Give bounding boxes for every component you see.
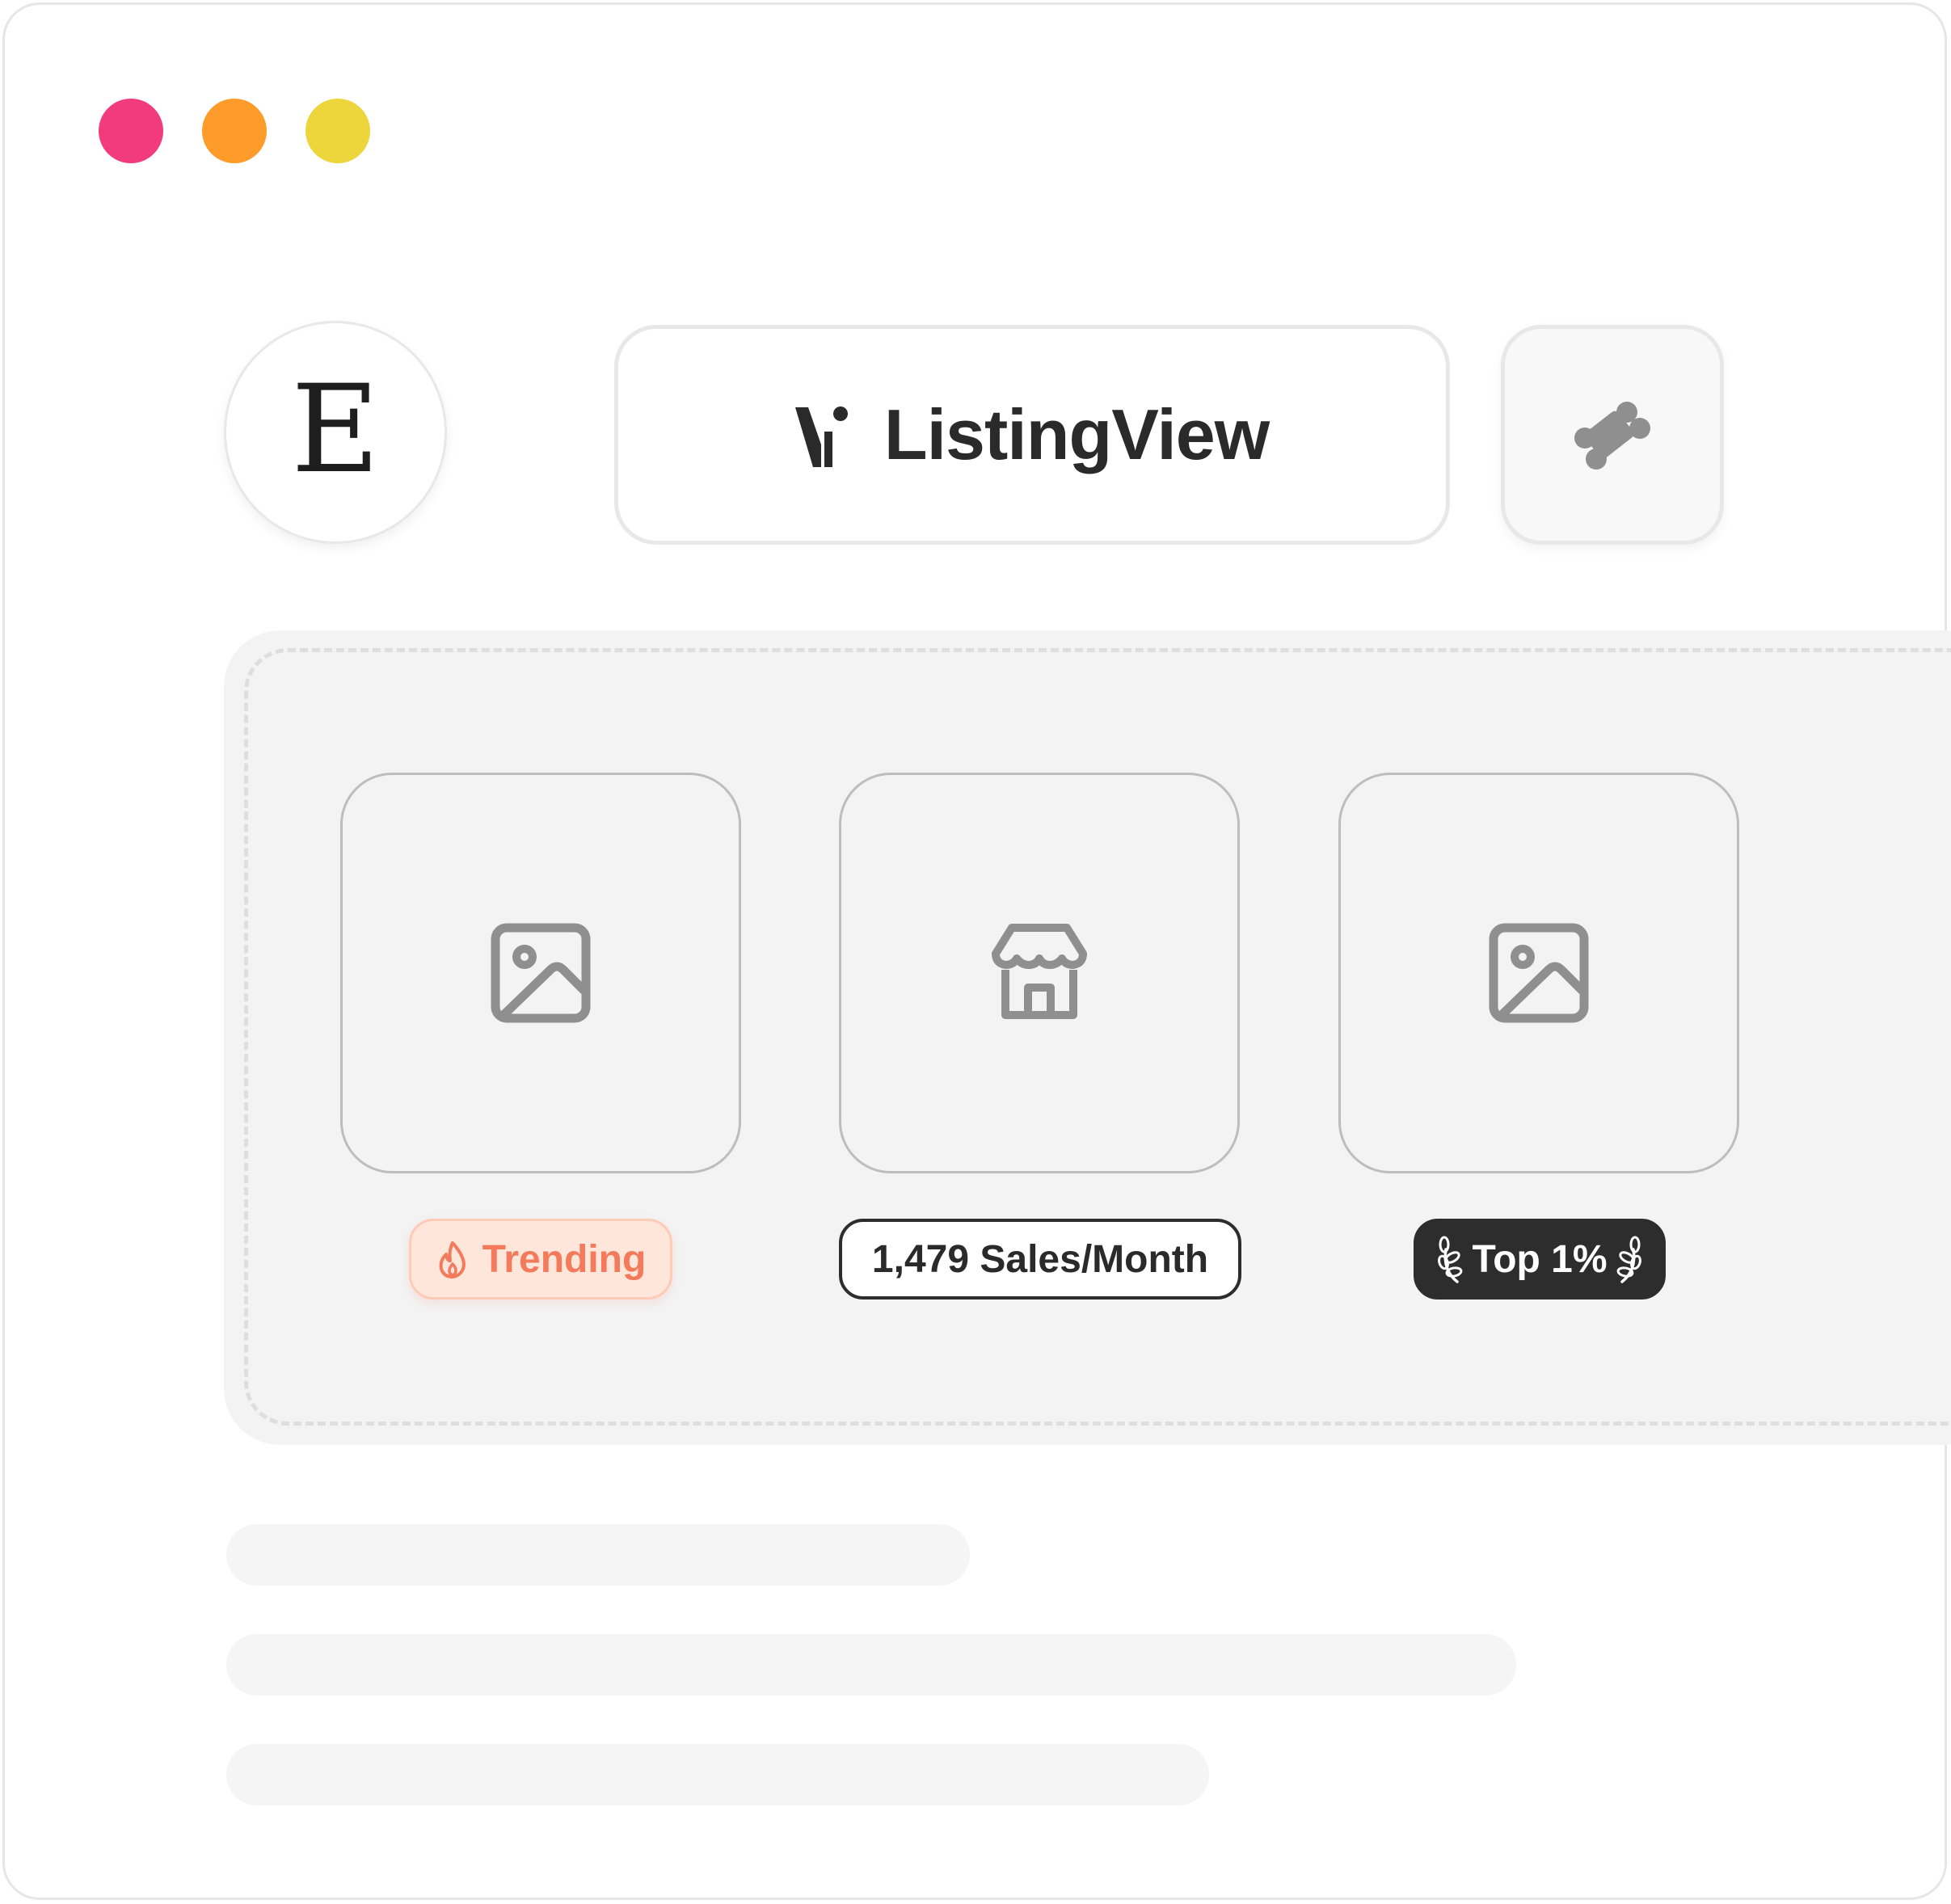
laurel-left-icon: [1438, 1236, 1463, 1283]
listing-card-image[interactable]: [340, 773, 741, 1173]
placeholder-line: [226, 1524, 970, 1586]
placeholder-line: [226, 1744, 1209, 1805]
listingview-logo-icon: [794, 406, 848, 467]
trending-badge-label: Trending: [482, 1237, 647, 1281]
image-icon: [491, 923, 591, 1023]
store-logo-letter: E: [291, 360, 380, 500]
image-icon: [1489, 923, 1589, 1023]
flame-icon: [439, 1241, 466, 1278]
app-name: ListingView: [883, 394, 1270, 474]
window-maximize-button[interactable]: [306, 99, 370, 163]
store-logo: E: [224, 321, 447, 544]
storefront-icon: [992, 924, 1087, 1019]
puzzle-piece-icon: [1574, 402, 1650, 470]
window-close-button[interactable]: [99, 99, 163, 163]
listing-card-image[interactable]: [1338, 773, 1739, 1173]
app-title-box: ListingView: [614, 325, 1450, 545]
top-percent-badge-label: Top 1%: [1472, 1237, 1608, 1281]
placeholder-line: [226, 1634, 1516, 1695]
top-percent-badge: Top 1%: [1414, 1219, 1666, 1300]
trending-badge: Trending: [409, 1219, 672, 1300]
listing-card-shop[interactable]: [839, 773, 1240, 1173]
window-minimize-button[interactable]: [202, 99, 267, 163]
sales-badge: 1,479 Sales/Month: [839, 1219, 1241, 1300]
sales-badge-label: 1,479 Sales/Month: [871, 1237, 1209, 1281]
laurel-right-icon: [1616, 1236, 1641, 1283]
extension-button[interactable]: [1501, 325, 1724, 545]
